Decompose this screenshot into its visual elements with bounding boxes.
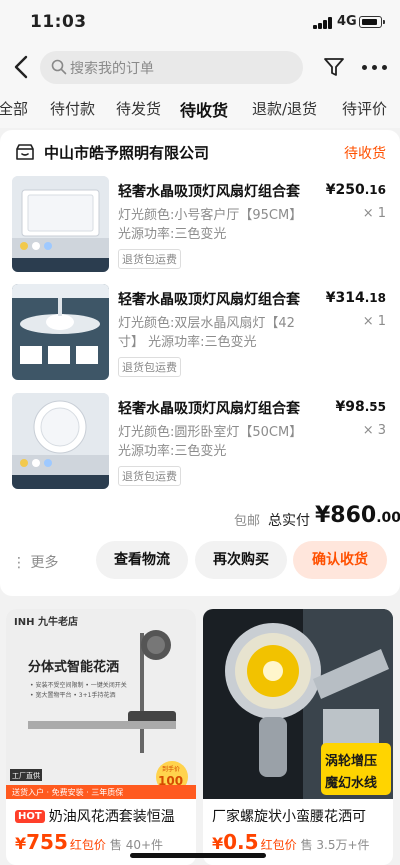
recommendation-title: HOT 奶油风花洒套装恒温 xyxy=(15,806,175,826)
svg-text:工厂直供: 工厂直供 xyxy=(12,771,40,780)
shop-icon xyxy=(16,144,34,160)
tab-all[interactable]: 全部 xyxy=(0,98,28,119)
svg-text:• 宽大置物平台 • 3+1手持花洒: • 宽大置物平台 • 3+1手持花洒 xyxy=(30,691,115,699)
home-indicator[interactable] xyxy=(130,853,266,858)
tab-pending-shipment[interactable]: 待发货 xyxy=(116,98,161,119)
hot-badge: HOT xyxy=(15,810,45,823)
svg-text:魔幻水线: 魔幻水线 xyxy=(325,775,377,791)
product-image xyxy=(12,176,109,272)
item-price: ¥314.18 xyxy=(325,290,386,306)
svg-text:到手价: 到手价 xyxy=(162,765,180,773)
svg-text:• 安装不受空间限制 • 一键关闭开关: • 安装不受空间限制 • 一键关闭开关 xyxy=(30,681,127,689)
recommendation-card[interactable]: 涡轮增压 魔幻水线 厂家螺旋状小蛮腰花洒可 ¥0.5 红包价售 3.5万+件 xyxy=(203,609,393,865)
item-price: ¥98.55 xyxy=(335,399,387,415)
recommendation-card[interactable]: INH 九牛老店 分体式智能花洒 • 安装不受空间限制 • 一键关闭开关 • 宽… xyxy=(6,609,196,865)
recommendation-title: 厂家螺旋状小蛮腰花洒可 xyxy=(212,809,366,825)
confirm-receipt-button[interactable]: 确认收货 xyxy=(293,541,387,579)
order-status: 待收货 xyxy=(344,146,386,162)
product-image xyxy=(12,393,109,489)
return-badge: 退货包运费 xyxy=(118,249,181,269)
order-tabs: 全部 待付款 待发货 待收货 退款/退货 待评价 xyxy=(0,90,400,128)
item-qty: × 1 xyxy=(362,314,386,329)
battery-icon xyxy=(359,16,385,28)
tab-refund[interactable]: 退款/退货 xyxy=(252,98,317,119)
order-item[interactable]: 轻奢水晶吸顶灯风扇灯组合套 灯光颜色:圆形卧室灯【50CM】光源功率:三色变光 … xyxy=(0,393,400,493)
search-input[interactable]: 搜索我的订单 xyxy=(40,51,303,84)
filter-icon[interactable] xyxy=(323,56,345,78)
search-placeholder: 搜索我的订单 xyxy=(70,61,154,77)
product-image: INH 九牛老店 分体式智能花洒 • 安装不受空间限制 • 一键关闭开关 • 宽… xyxy=(6,609,196,799)
back-icon[interactable] xyxy=(12,54,32,80)
total-label: 总实付 xyxy=(268,513,310,529)
order-item[interactable]: 轻奢水晶吸顶灯风扇灯组合套 灯光颜色:双层水晶风扇灯【42寸】 光源功率:三色变… xyxy=(0,284,400,384)
recommendation-price: ¥0.5 红包价售 3.5万+件 xyxy=(212,830,370,854)
product-image xyxy=(12,284,109,380)
item-title: 轻奢水晶吸顶灯风扇灯组合套 xyxy=(118,401,300,417)
tab-pending-receipt[interactable]: 待收货 xyxy=(180,97,228,121)
item-spec: 灯光颜色:小号客户厅【95CM】光源功率:三色变光 xyxy=(118,208,303,242)
total-value: ¥860.00 xyxy=(315,503,400,528)
search-icon xyxy=(51,59,67,75)
shop-name[interactable]: 中山市皓予照明有限公司 xyxy=(44,142,209,163)
item-title: 轻奢水晶吸顶灯风扇灯组合套 xyxy=(118,292,300,308)
view-logistics-button[interactable]: 查看物流 xyxy=(96,541,188,579)
order-item[interactable]: 轻奢水晶吸顶灯风扇灯组合套 灯光颜色:小号客户厅【95CM】光源功率:三色变光 … xyxy=(0,176,400,276)
more-icon[interactable] xyxy=(362,65,388,71)
rebuy-button[interactable]: 再次购买 xyxy=(195,541,287,579)
item-price: ¥250.16 xyxy=(325,182,386,198)
more-actions[interactable]: ⋮ 更多 xyxy=(12,552,58,572)
item-qty: × 1 xyxy=(362,206,386,221)
network-label: 4G xyxy=(337,14,357,29)
signal-icon xyxy=(313,17,333,29)
tab-pending-review[interactable]: 待评价 xyxy=(342,98,387,119)
item-spec: 灯光颜色:圆形卧室灯【50CM】光源功率:三色变光 xyxy=(118,425,303,459)
item-spec: 灯光颜色:双层水晶风扇灯【42寸】 光源功率:三色变光 xyxy=(118,316,295,350)
item-title: 轻奢水晶吸顶灯风扇灯组合套 xyxy=(118,184,300,200)
return-badge: 退货包运费 xyxy=(118,357,181,377)
svg-text:INH 九牛老店: INH 九牛老店 xyxy=(14,615,78,628)
item-qty: × 3 xyxy=(362,423,386,438)
order-card[interactable]: 中山市皓予照明有限公司 待收货 轻奢水晶吸顶灯风扇灯组合套 灯光颜色:小号客户厅… xyxy=(0,130,400,596)
free-shipping-label: 包邮 xyxy=(234,514,261,529)
tab-pending-payment[interactable]: 待付款 xyxy=(50,98,95,119)
recommendation-price: ¥755 红包价售 40+件 xyxy=(15,830,164,854)
svg-text:分体式智能花洒: 分体式智能花洒 xyxy=(28,659,119,675)
header: 搜索我的订单 xyxy=(0,46,400,90)
order-total: 包邮 总实付 ¥860.00 xyxy=(0,502,400,532)
return-badge: 退货包运费 xyxy=(118,466,181,486)
status-bar: 11:03 4G xyxy=(0,0,400,46)
product-image: 涡轮增压 魔幻水线 xyxy=(203,609,393,799)
svg-text:送货入户 · 免费安装 · 三年质保: 送货入户 · 免费安装 · 三年质保 xyxy=(12,787,123,797)
svg-text:涡轮增压: 涡轮增压 xyxy=(325,753,377,769)
status-time: 11:03 xyxy=(30,12,87,32)
